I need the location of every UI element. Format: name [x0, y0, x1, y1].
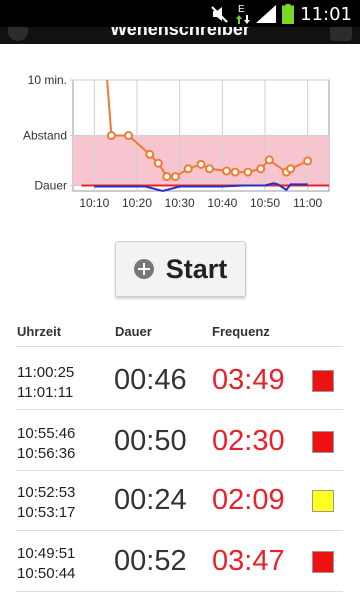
row-duration: 00:46: [114, 364, 187, 396]
network-type: E: [238, 4, 245, 15]
x-tick-label: 10:10: [79, 196, 109, 210]
data-point: [145, 149, 155, 159]
table-row[interactable]: 10:55:46 10:56:36 00:50 02:30: [0, 410, 360, 470]
data-point: [243, 167, 253, 177]
menu-icon[interactable]: [330, 27, 352, 41]
plus-circle-icon: [133, 259, 154, 279]
data-point: [170, 172, 180, 182]
y-tick-label: 10 min.: [28, 73, 67, 87]
table-row[interactable]: 10:49:51 10:50:44 00:52 03:47: [0, 530, 360, 590]
y-tick-label: Dauer: [34, 178, 67, 192]
data-point: [183, 164, 193, 174]
row-intensity-swatch: [312, 490, 334, 512]
row-frequency: 02:30: [212, 425, 285, 457]
action-bar: Wehenschreiber: [0, 27, 360, 44]
row-times: 10:49:51 10:50:44: [17, 544, 75, 584]
row-intensity-swatch: [312, 370, 334, 392]
row-times: 10:55:46 10:56:36: [17, 424, 75, 464]
data-point: [264, 155, 274, 165]
row-end-time: 10:53:17: [17, 504, 76, 521]
row-end-time: 10:56:36: [17, 445, 76, 462]
header-duration: Dauer: [115, 324, 152, 339]
row-start-time: 10:52:53: [17, 484, 76, 501]
row-duration: 00:52: [114, 545, 187, 577]
data-point: [256, 164, 266, 174]
data-point: [230, 167, 240, 177]
data-point: [106, 131, 116, 140]
start-button[interactable]: Start: [115, 241, 246, 297]
row-duration: 00:24: [114, 484, 187, 516]
row-times: 11:00:25 11:01:11: [17, 363, 74, 403]
x-tick-label: 10:20: [122, 196, 152, 210]
table-row[interactable]: 10:52:53 10:53:17 00:24 02:09: [0, 469, 360, 529]
table-header: Uhrzeit Dauer Frequenz: [0, 322, 360, 344]
row-duration: 00:50: [114, 425, 187, 457]
contraction-chart: 10 min. Abstand Dauer 10:10 10:20 10:30 10:40 1…: [0, 55, 360, 220]
data-point: [196, 159, 206, 169]
row-frequency: 03:47: [212, 545, 285, 577]
signal-icon: [256, 5, 276, 23]
data-point: [153, 158, 163, 168]
row-frequency: 02:09: [212, 484, 285, 516]
x-tick-label: 11:00: [293, 196, 322, 210]
x-tick-label: 10:50: [250, 196, 280, 210]
battery-icon: [282, 4, 294, 24]
table-row[interactable]: 11:00:25 11:01:11 00:46 03:49: [0, 349, 360, 409]
row-start-time: 10:55:46: [17, 425, 76, 442]
row-start-time: 11:00:25: [17, 364, 75, 381]
x-tick-label: 10:30: [165, 196, 195, 210]
data-point: [303, 156, 313, 166]
row-divider: [16, 346, 343, 347]
data-arrows-icon: E: [236, 4, 250, 24]
app-title: Wehenschreiber: [110, 27, 250, 39]
data-point: [162, 172, 172, 182]
row-intensity-swatch: [312, 431, 334, 453]
data-point: [205, 164, 215, 174]
header-frequency: Frequenz: [212, 324, 270, 339]
start-button-label: Start: [165, 253, 228, 284]
row-frequency: 03:49: [212, 364, 285, 396]
status-time: 11:01: [300, 4, 352, 25]
status-bar: E 11:01: [0, 0, 360, 27]
chart-svg: 10 min. Abstand Dauer 10:10 10:20 10:30 10:40 1…: [23, 73, 330, 210]
row-divider: [16, 591, 343, 592]
row-times: 10:52:53 10:53:17: [17, 483, 75, 523]
data-point: [222, 166, 232, 176]
header-time: Uhrzeit: [17, 324, 62, 339]
status-icons: E: [210, 3, 294, 25]
row-start-time: 10:49:51: [17, 545, 76, 562]
y-tick-label: Abstand: [23, 129, 67, 143]
row-end-time: 10:50:44: [17, 565, 76, 582]
mute-icon: [211, 6, 228, 23]
data-point: [286, 164, 296, 174]
row-end-time: 11:01:11: [17, 384, 74, 401]
x-tick-label: 10:40: [207, 196, 237, 210]
data-point: [123, 131, 133, 140]
row-intensity-swatch: [312, 551, 334, 573]
